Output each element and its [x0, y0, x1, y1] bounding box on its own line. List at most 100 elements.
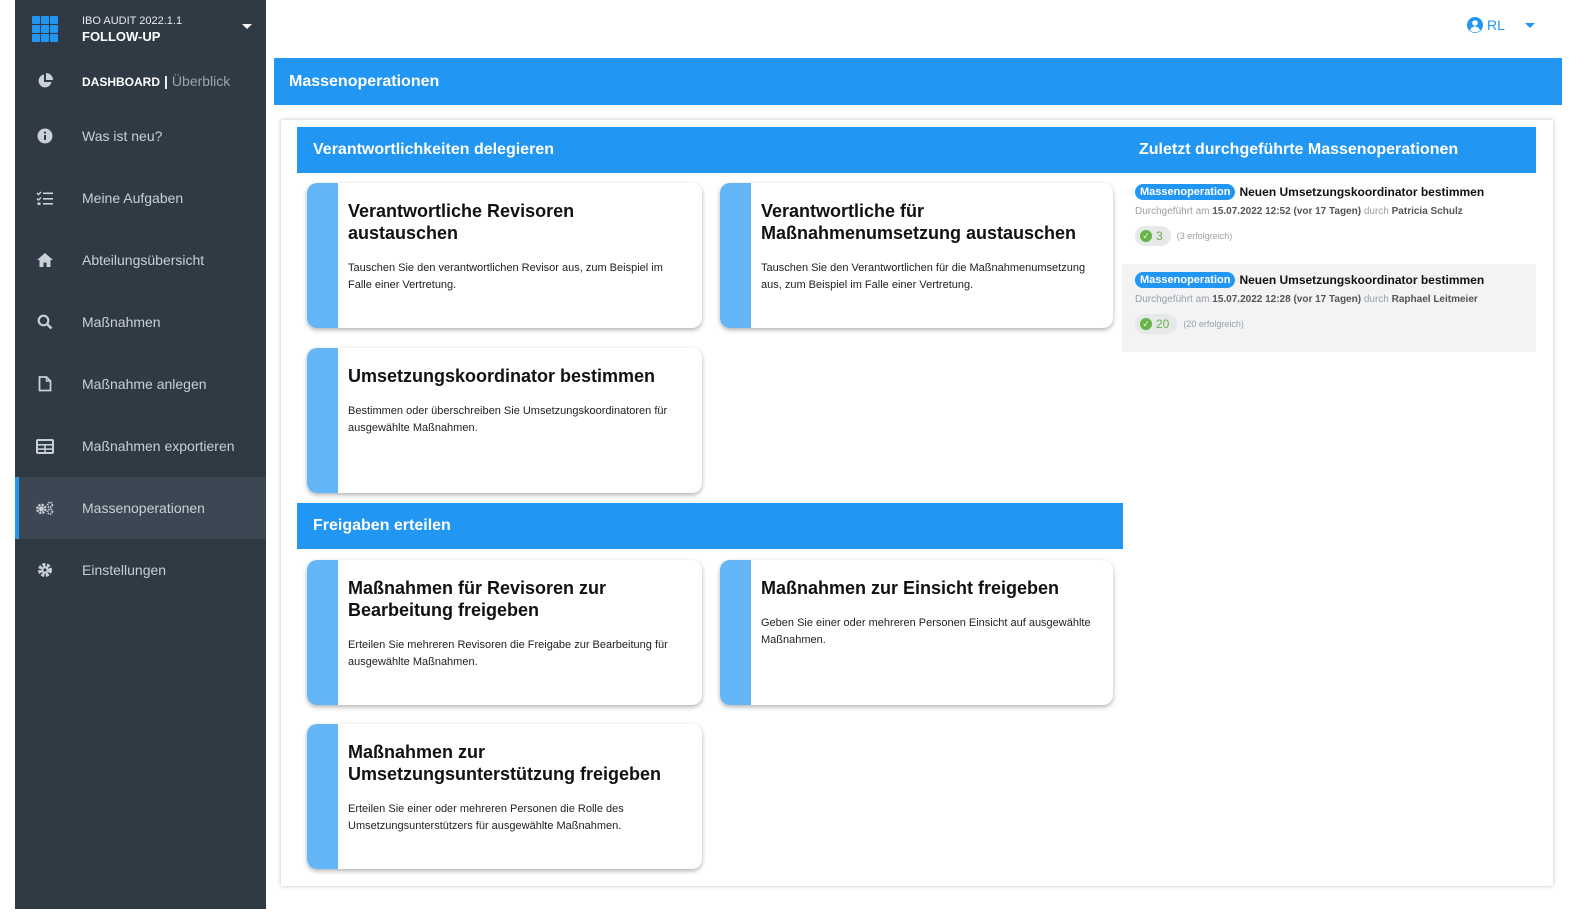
sidebar-item-label: DASHBOARD | Überblick	[82, 73, 230, 89]
card-description: Geben Sie einer oder mehreren Personen E…	[761, 617, 1091, 646]
info-icon	[35, 128, 55, 144]
sidebar-item-label: Meine Aufgaben	[82, 190, 184, 206]
card-release-for-viewing[interactable]: Maßnahmen zur Einsicht freigeben Geben S…	[720, 560, 1113, 705]
card-replace-implementation-owner[interactable]: Verantwortliche für Maßnahmenumsetzung a…	[720, 183, 1113, 328]
card-description: Erteilen Sie einer oder mehreren Persone…	[348, 803, 624, 832]
check-circle-icon: ✓	[1140, 318, 1152, 330]
app-module: FOLLOW-UP	[82, 28, 161, 44]
card-title: Maßnahmen zur Einsicht freigeben	[761, 578, 1060, 598]
card-release-to-auditors[interactable]: Maßnahmen für Revisoren zur Bearbeitung …	[307, 560, 702, 705]
status-badge: Massenoperation	[1135, 184, 1236, 200]
table-icon	[35, 438, 55, 454]
card-content: Umsetzungskoordinator bestimmen Bestimme…	[338, 348, 702, 493]
gear-icon	[35, 562, 55, 578]
sidebar-item-label: Maßnahmen exportieren	[82, 438, 235, 454]
meta-by: durch	[1363, 206, 1389, 217]
card-title: Umsetzungskoordinator bestimmen	[348, 366, 656, 386]
sidebar-item-settings[interactable]: Einstellungen	[15, 539, 266, 601]
dashboard-label: DASHBOARD	[82, 75, 160, 89]
section-header-release: Freigaben erteilen	[297, 503, 1123, 549]
user-menu[interactable]: RL	[1467, 17, 1535, 33]
meta-user: Raphael Leitmeier	[1391, 294, 1478, 305]
meta-prefix: Durchgeführt am	[1135, 294, 1210, 305]
list-item[interactable]: Massenoperation Neuen Umsetzungskoordina…	[1122, 176, 1536, 264]
card-stripe	[720, 560, 751, 705]
app-title: IBO AUDIT 2022.1.1 FOLLOW-UP	[82, 14, 182, 44]
card-content: Verantwortliche für Maßnahmenumsetzung a…	[751, 183, 1113, 328]
success-summary: (3 erfolgreich)	[1176, 231, 1233, 241]
recent-op-title-row: Massenoperation Neuen Umsetzungskoordina…	[1135, 184, 1536, 200]
card-description: Tauschen Sie den verantwortlichen Reviso…	[348, 262, 663, 291]
pie-chart-icon	[35, 73, 55, 89]
page-title: Massenoperationen	[274, 58, 1562, 105]
success-count: ✓ 3	[1135, 226, 1171, 246]
dashboard-separator: |	[164, 73, 168, 89]
sidebar-item-create-measure[interactable]: Maßnahme anlegen	[15, 353, 266, 415]
card-content: Maßnahmen für Revisoren zur Bearbeitung …	[338, 560, 702, 705]
sidebar-item-label: Massenoperationen	[82, 500, 205, 516]
card-description: Bestimmen oder überschreiben Sie Umsetzu…	[348, 405, 668, 434]
sidebar-item-label: Was ist neu?	[82, 128, 163, 144]
section-header-recent: Zuletzt durchgeführte Massenoperationen	[1123, 127, 1536, 173]
status-badge: Massenoperation	[1135, 272, 1236, 288]
card-stripe	[720, 183, 751, 328]
recent-op-title-row: Massenoperation Neuen Umsetzungskoordina…	[1135, 272, 1536, 288]
app-switcher[interactable]: IBO AUDIT 2022.1.1 FOLLOW-UP	[15, 0, 266, 57]
card-title: Verantwortliche Revisoren austauschen	[348, 201, 575, 243]
apps-grid-icon[interactable]	[32, 15, 58, 42]
recent-op-result: ✓ 3 (3 erfolgreich)	[1135, 226, 1536, 246]
sidebar-item-label: Einstellungen	[82, 562, 167, 578]
card-stripe	[307, 560, 338, 705]
meta-prefix: Durchgeführt am	[1135, 206, 1210, 217]
user-initials: RL	[1487, 17, 1505, 33]
sidebar-item-my-tasks[interactable]: Meine Aufgaben	[15, 167, 266, 229]
meta-user: Patricia Schulz	[1391, 206, 1463, 217]
success-count: ✓ 20	[1135, 314, 1178, 334]
sidebar-item-bulk-operations[interactable]: Massenoperationen	[15, 477, 266, 539]
sidebar-item-measures[interactable]: Maßnahmen	[15, 291, 266, 353]
overview-label: Überblick	[171, 73, 231, 89]
card-stripe	[307, 183, 338, 328]
success-count-value: 3	[1156, 229, 1163, 243]
card-title: Verantwortliche für Maßnahmenumsetzung a…	[761, 201, 1077, 243]
sidebar-item-label: Maßnahmen	[82, 314, 161, 330]
card-stripe	[307, 724, 338, 869]
check-circle-icon: ✓	[1140, 230, 1152, 242]
card-replace-auditors[interactable]: Verantwortliche Revisoren austauschen Ta…	[307, 183, 702, 328]
sidebar-item-label: Maßnahme anlegen	[82, 376, 207, 392]
card-release-for-support[interactable]: Maßnahmen zur Umsetzungsunterstützung fr…	[307, 724, 702, 869]
success-summary: (20 erfolgreich)	[1183, 319, 1244, 329]
recent-op-meta: Durchgeführt am 15.07.2022 12:28 (vor 17…	[1135, 294, 1536, 305]
search-icon	[35, 314, 55, 330]
card-content: Maßnahmen zur Umsetzungsunterstützung fr…	[338, 724, 702, 869]
user-avatar-icon	[1467, 17, 1483, 33]
file-icon	[35, 376, 55, 392]
task-list-icon	[35, 190, 55, 206]
sidebar-item-department-overview[interactable]: Abteilungsübersicht	[15, 229, 266, 291]
card-content: Verantwortliche Revisoren austauschen Ta…	[338, 183, 702, 328]
card-title: Maßnahmen für Revisoren zur Bearbeitung …	[348, 578, 607, 620]
sidebar: IBO AUDIT 2022.1.1 FOLLOW-UP DASHBOARD | Ü…	[15, 0, 266, 909]
gears-icon	[35, 500, 55, 516]
sidebar-item-dashboard[interactable]: DASHBOARD | Überblick	[15, 57, 266, 105]
recent-op-result: ✓ 20 (20 erfolgreich)	[1135, 314, 1536, 334]
chevron-down-icon[interactable]	[242, 24, 252, 29]
card-description: Erteilen Sie mehreren Revisoren die Frei…	[348, 639, 668, 668]
card-title: Maßnahmen zur Umsetzungsunterstützung fr…	[348, 742, 662, 784]
home-icon	[35, 252, 55, 268]
meta-timestamp: 15.07.2022 12:52 (vor 17 Tagen)	[1212, 206, 1362, 217]
list-item[interactable]: Massenoperation Neuen Umsetzungskoordina…	[1122, 264, 1536, 352]
card-content: Maßnahmen zur Einsicht freigeben Geben S…	[751, 560, 1113, 705]
card-assign-coordinator[interactable]: Umsetzungskoordinator bestimmen Bestimme…	[307, 348, 702, 493]
meta-timestamp: 15.07.2022 12:28 (vor 17 Tagen)	[1212, 294, 1362, 305]
card-stripe	[307, 348, 338, 493]
sidebar-item-label: Abteilungsübersicht	[82, 252, 205, 268]
app-version: IBO AUDIT 2022.1.1	[82, 14, 183, 27]
recent-op-title: Neuen Umsetzungskoordinator bestimmen	[1239, 185, 1485, 199]
chevron-down-icon[interactable]	[1524, 22, 1535, 28]
card-description: Tauschen Sie den Verantwortlichen für di…	[761, 262, 1086, 291]
sidebar-item-whats-new[interactable]: Was ist neu?	[15, 105, 266, 167]
recent-op-meta: Durchgeführt am 15.07.2022 12:52 (vor 17…	[1135, 206, 1536, 217]
success-count-value: 20	[1156, 317, 1170, 331]
sidebar-item-export-measures[interactable]: Maßnahmen exportieren	[15, 415, 266, 477]
